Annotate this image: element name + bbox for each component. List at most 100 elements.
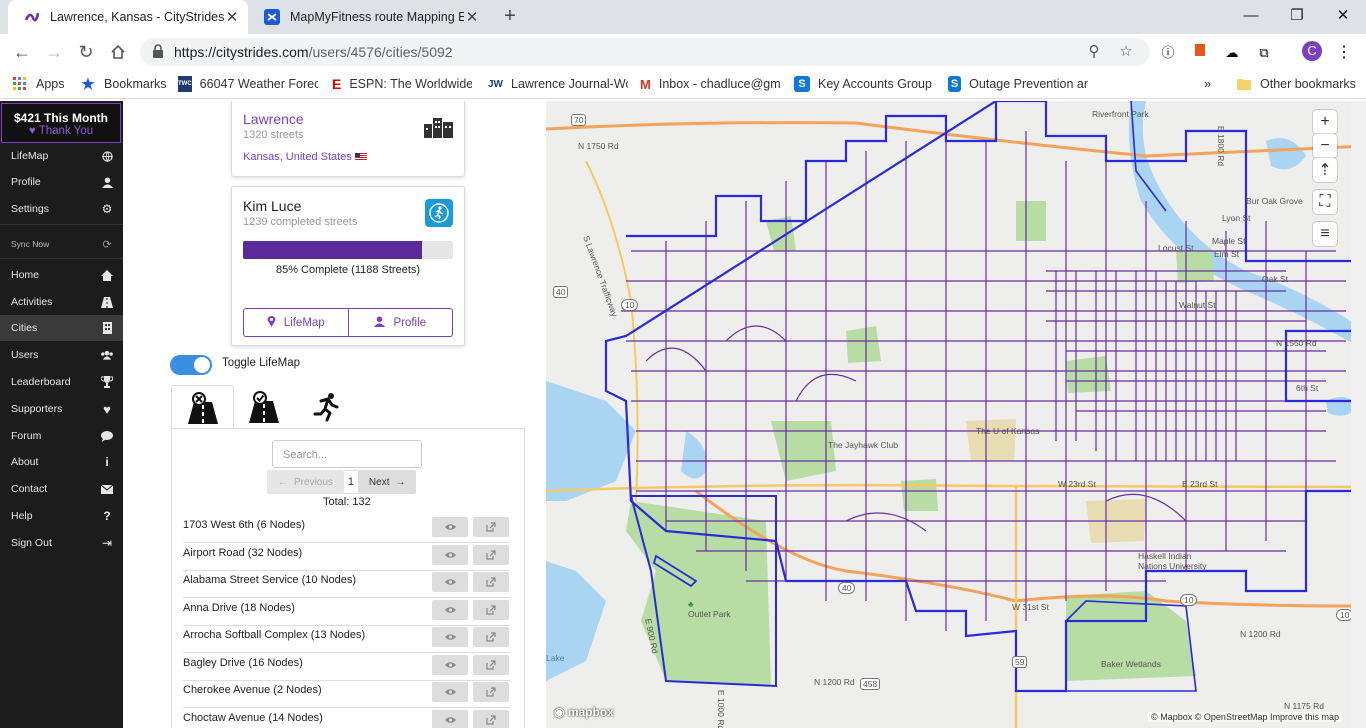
bookmarks-overflow-button[interactable]: » bbox=[1204, 75, 1211, 93]
park bbox=[1176, 249, 1214, 283]
sidebar-item-supporters[interactable]: Supporters ♥ bbox=[0, 396, 123, 422]
sidebar-item-activities[interactable]: Activities bbox=[0, 289, 123, 315]
cogs-icon: ⚙ bbox=[101, 202, 113, 216]
lifemap-toggle[interactable] bbox=[170, 355, 212, 375]
street-name: Bagley Drive (16 Nodes) bbox=[183, 656, 303, 669]
sidebar-item-forum[interactable]: Forum bbox=[0, 423, 123, 449]
street-name: Airport Road (32 Nodes) bbox=[183, 546, 303, 559]
open-street-button[interactable] bbox=[473, 709, 509, 728]
zoom-out-button[interactable]: − bbox=[1313, 134, 1337, 158]
map-label: Walnut St bbox=[1179, 300, 1216, 310]
zoom-in-button[interactable]: + bbox=[1313, 110, 1337, 134]
zoom-icon[interactable]: ⚲ bbox=[1084, 42, 1104, 62]
sidebar-item-cities[interactable]: Cities bbox=[0, 315, 123, 341]
new-tab-button[interactable]: + bbox=[498, 4, 522, 28]
sidebar-item-settings[interactable]: Settings ⚙ bbox=[0, 196, 123, 222]
view-street-button[interactable] bbox=[432, 517, 468, 537]
sidebar-item-contact[interactable]: Contact bbox=[0, 476, 123, 502]
reset-north-button[interactable]: ⇡ bbox=[1313, 158, 1337, 182]
office-extension-icon[interactable] bbox=[1190, 43, 1210, 63]
star-icon: ★ bbox=[81, 76, 95, 93]
minimize-button[interactable]: — bbox=[1228, 0, 1274, 34]
eye-icon bbox=[444, 634, 456, 640]
close-tab-icon[interactable]: ✕ bbox=[464, 8, 480, 26]
view-street-button[interactable] bbox=[432, 654, 468, 675]
supporter-promo[interactable]: $421 This Month ♥ Thank You bbox=[1, 103, 121, 143]
bookmark-outage[interactable]: S Outage Prevention ar bbox=[948, 75, 1088, 93]
bookmark-bookmarks[interactable]: ★ Bookmarks bbox=[80, 75, 166, 93]
sidebar-item-profile[interactable]: Profile bbox=[0, 169, 123, 195]
bookmark-other[interactable]: Other bookmarks bbox=[1236, 75, 1356, 93]
lifemap-button[interactable]: LifeMap bbox=[244, 309, 348, 336]
close-window-button[interactable]: ✕ bbox=[1320, 0, 1366, 34]
pdf-extension-icon[interactable]: ⧉ bbox=[1254, 43, 1274, 63]
sharepoint-icon: S bbox=[948, 76, 962, 92]
open-street-button[interactable] bbox=[473, 654, 509, 675]
bookmark-weather[interactable]: TWC 66047 Weather Forec bbox=[178, 75, 318, 93]
city-name[interactable]: Lawrence bbox=[243, 111, 304, 127]
sidebar-item-about[interactable]: About i bbox=[0, 449, 123, 475]
refresh-icon: ⟳ bbox=[102, 238, 112, 251]
menu-kebab-icon[interactable]: ⋮ bbox=[1334, 43, 1354, 63]
fullscreen-button[interactable]: ⛶ bbox=[1313, 190, 1337, 214]
map-attribution[interactable]: © Mapbox © OpenStreetMap Improve this ma… bbox=[1148, 712, 1342, 722]
close-tab-icon[interactable]: ✕ bbox=[224, 8, 240, 26]
next-page-button[interactable]: Next → bbox=[357, 470, 417, 494]
layers-button[interactable]: ≡ bbox=[1313, 222, 1337, 246]
mapbox-icon: ◉ bbox=[554, 705, 565, 719]
bookmark-ljw[interactable]: JW Lawrence Journal-Wo bbox=[488, 75, 628, 93]
bookmark-espn[interactable]: E ESPN: The Worldwide bbox=[332, 75, 472, 93]
forward-icon[interactable]: → bbox=[42, 40, 66, 64]
bookmark-inbox[interactable]: M Inbox - chadluce@gm bbox=[640, 75, 780, 93]
info-extension-icon[interactable]: ⓘ bbox=[1158, 43, 1178, 63]
address-bar[interactable]: https://citystrides.com/users/4576/citie… bbox=[140, 38, 1150, 66]
view-street-button[interactable] bbox=[432, 682, 468, 702]
city-location[interactable]: Kansas, United States bbox=[243, 151, 367, 163]
previous-page-button[interactable]: ← Previous bbox=[267, 470, 344, 494]
street-search-input[interactable]: Search... bbox=[272, 440, 422, 468]
map-label: E 1800 Rd bbox=[1216, 125, 1227, 167]
profile-avatar[interactable]: C bbox=[1302, 41, 1322, 61]
sidebar-item-users[interactable]: Users bbox=[0, 342, 123, 368]
browser-tab-citystrides[interactable]: Lawrence, Kansas - CityStrides ✕ bbox=[8, 0, 248, 34]
city-map[interactable]: Riverfront Park N 1750 Rd E 1800 Rd S La… bbox=[546, 101, 1366, 728]
sidebar-item-lifemap[interactable]: LifeMap bbox=[0, 143, 123, 169]
external-link-icon bbox=[486, 687, 496, 697]
view-street-button[interactable] bbox=[432, 627, 468, 647]
folder-icon bbox=[1236, 76, 1252, 92]
street-row: Choctaw Avenue (14 Nodes) bbox=[183, 708, 510, 728]
cloud-extension-icon[interactable]: ☁ bbox=[1222, 43, 1242, 63]
home-icon[interactable] bbox=[106, 40, 130, 64]
sidebar-item-sync-now[interactable]: Sync Now ⟳ bbox=[0, 231, 123, 257]
tab-activities[interactable] bbox=[295, 385, 356, 429]
reload-icon[interactable]: ↻ bbox=[74, 40, 98, 64]
open-street-button[interactable] bbox=[473, 682, 509, 702]
bookmark-apps[interactable]: Apps bbox=[12, 75, 65, 93]
sidebar-item-leaderboard[interactable]: Leaderboard bbox=[0, 369, 123, 395]
browser-tab-mapmyfitness[interactable]: MapMyFitness route Mapping Ed ✕ bbox=[248, 0, 488, 34]
bookmark-key-accounts[interactable]: S Key Accounts Group bbox=[794, 75, 934, 93]
page-scrollbar[interactable] bbox=[1351, 101, 1366, 728]
sidebar-item-help[interactable]: Help ? bbox=[0, 503, 123, 529]
mapbox-logo[interactable]: ◉ mapbox bbox=[554, 705, 614, 719]
back-icon[interactable]: ← bbox=[10, 40, 34, 64]
view-street-button[interactable] bbox=[432, 544, 468, 565]
view-street-button[interactable] bbox=[432, 572, 468, 592]
street-row: Arrocha Softball Complex (13 Nodes) bbox=[183, 625, 510, 653]
open-street-button[interactable] bbox=[473, 517, 509, 537]
open-street-button[interactable] bbox=[473, 544, 509, 565]
external-link-icon bbox=[486, 577, 496, 587]
open-street-button[interactable] bbox=[473, 599, 509, 620]
star-bookmark-icon[interactable]: ☆ bbox=[1116, 42, 1136, 62]
user-name[interactable]: Kim Luce bbox=[243, 198, 301, 214]
open-street-button[interactable] bbox=[473, 572, 509, 592]
view-street-button[interactable] bbox=[432, 599, 468, 620]
profile-button[interactable]: Profile bbox=[347, 309, 453, 336]
tab-completed-streets[interactable] bbox=[233, 385, 294, 429]
tab-incomplete-streets[interactable] bbox=[171, 385, 234, 430]
sidebar-item-home[interactable]: Home bbox=[0, 262, 123, 288]
maximize-button[interactable]: ❐ bbox=[1274, 0, 1320, 34]
view-street-button[interactable] bbox=[432, 709, 468, 728]
open-street-button[interactable] bbox=[473, 627, 509, 647]
sidebar-item-sign-out[interactable]: Sign Out ⇥ bbox=[0, 530, 123, 556]
